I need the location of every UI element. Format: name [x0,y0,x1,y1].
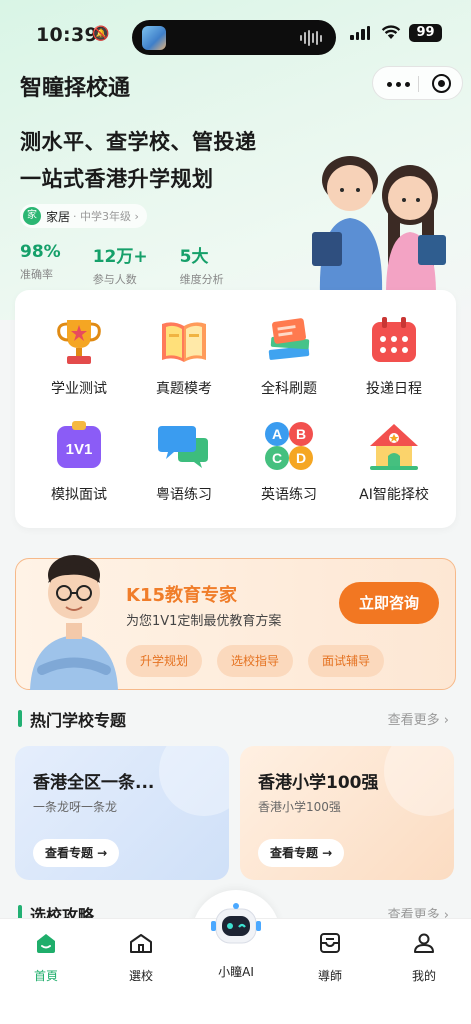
stat-value: 98% [20,242,61,262]
tab-ai-assistant[interactable]: 小瞳AI [201,903,271,980]
hero-stats: 98% 准确率 12万+ 参与人数 5大 维度分析 [20,242,256,287]
tab-label: 小瞳AI [218,965,254,979]
tag-school-guidance[interactable]: 选校指导 [217,645,294,677]
school-card-hk-primary-top100[interactable]: 香港小学100强 香港小学100强 查看专题 → [240,746,454,880]
feature-schedule[interactable]: 投递日程 [346,312,442,398]
status-time: 10:39 [36,24,98,46]
feature-label: 粤语练习 [156,487,212,503]
tab-label: 選校 [128,969,153,983]
tab-mentors[interactable]: 導師 [295,931,365,984]
icon-letter: A [272,426,282,442]
feature-mock-interview[interactable]: 1V1 模拟面试 [31,418,127,504]
expert-avatar-illustration [30,555,118,690]
expert-banner[interactable]: K15教育专家 为您1V1定制最优教育方案 立即咨询 升学规划 选校指导 面试辅… [15,555,456,690]
user-name: 家居 [46,209,71,224]
stat-dimensions: 5大 维度分析 [180,242,224,287]
feature-ai-selection[interactable]: AI智能择校 [346,418,442,504]
capsule-divider [418,76,419,92]
hero-slogan-line1: 测水平、查学校、管投递 [20,130,257,154]
expert-title: K15教育专家 [126,585,237,606]
book-icon [162,322,206,362]
abcd-blocks-icon: A B C D [265,422,313,470]
view-more-link[interactable]: 查看更多 › [388,709,449,728]
students-illustration [312,156,446,295]
feature-academic-test[interactable]: 学业测试 [31,312,127,398]
feature-label: 模拟面试 [51,487,107,503]
profile-icon [414,933,434,953]
bottom-tab-bar: 首頁 選校 小瞳AI 導師 我的 [0,903,471,1024]
school-card-hk-through-train[interactable]: 香港全区一条... 一条龙呀一条龙 查看专题 → [15,746,229,880]
dynamic-island [132,20,336,55]
icon-letter: D [296,450,306,466]
close-miniapp-icon[interactable] [432,74,451,93]
stat-label: 准确率 [20,268,53,281]
view-topic-button[interactable]: 查看专题 → [258,839,345,867]
school-card-subtitle: 一条龙呀一条龙 [33,800,118,814]
icon-letter: B [296,426,306,442]
school-card-title: 香港全区一条... [33,773,155,793]
app-title: 智瞳择校通 [20,76,131,101]
feature-mock-exam[interactable]: 真题模考 [136,312,232,398]
icon-text: 1V1 [66,441,93,458]
tab-label: 我的 [411,969,436,983]
feature-label: 英语练习 [261,487,317,503]
card-decoration [159,746,229,816]
tab-label: 首頁 [33,969,58,983]
feature-practice[interactable]: 全科刷题 [241,312,337,398]
tab-profile[interactable]: 我的 [389,931,459,984]
consult-now-button[interactable]: 立即咨询 [339,582,439,624]
section-title: 热门学校专题 [30,711,127,730]
stat-label: 参与人数 [92,273,137,286]
feature-label: AI智能择校 [359,487,429,503]
tag-interview-coaching[interactable]: 面试辅导 [308,645,385,677]
status-bar: 10:39 🔕 99 [0,20,471,55]
stat-label: 维度分析 [179,273,224,286]
stat-value: 5大 [179,247,209,267]
tag-admission-planning[interactable]: 升学规划 [126,645,203,677]
home-icon [37,934,55,953]
section-accent-bar [18,710,22,727]
now-playing-thumbnail [142,26,166,50]
stat-participants: 12万+ 参与人数 [93,242,148,287]
tab-home[interactable]: 首頁 [11,931,81,984]
more-menu-icon[interactable] [387,82,410,87]
school-card-title: 香港小学100强 [258,773,379,793]
feature-grid-card: 学业测试 真题模考 全科刷题 投递日程 1V1 模拟面试 粤语练习 A B C … [15,290,456,528]
mute-bell-icon: 🔕 [92,26,110,42]
cellular-signal-icon [350,26,370,40]
chat-bubbles-icon [158,426,208,468]
stacked-books-icon [268,318,310,360]
user-avatar: 家 [23,207,41,225]
feature-label: 全科刷题 [261,381,317,397]
trophy-icon [57,320,101,364]
calendar-icon [372,317,416,362]
user-profile-chip[interactable]: 家 家居 · 中学3年级 › [20,204,147,228]
school-icon [130,934,152,953]
hot-schools-header: 热门学校专题 查看更多 › [18,707,453,731]
feature-label: 投递日程 [366,381,422,397]
tab-label: 導師 [317,969,342,983]
battery-indicator: 99 [409,24,442,42]
expert-description: 为您1V1定制最优教育方案 [126,614,282,629]
card-decoration [384,746,454,816]
robot-icon-spacer [224,931,248,955]
feature-english[interactable]: A B C D 英语练习 [241,418,337,504]
stat-accuracy: 98% 准确率 [20,242,61,287]
wifi-icon [381,25,401,39]
mentor-icon [320,933,340,953]
tab-schools[interactable]: 選校 [106,931,176,984]
miniapp-capsule [372,66,463,100]
hero-slogan-line2: 一站式香港升学规划 [20,167,214,191]
icon-letter: C [272,450,282,466]
user-grade: · 中学3年级 › [73,210,139,223]
stat-value: 12万+ [92,247,148,267]
feature-cantonese[interactable]: 粤语练习 [136,418,232,504]
audio-wave-icon [300,30,322,46]
school-house-icon [370,424,418,470]
1v1-clipboard-icon: 1V1 [57,421,101,468]
view-topic-button[interactable]: 查看专题 → [33,839,120,867]
feature-label: 学业测试 [51,381,107,397]
school-card-subtitle: 香港小学100强 [258,800,341,814]
feature-label: 真题模考 [156,381,212,397]
